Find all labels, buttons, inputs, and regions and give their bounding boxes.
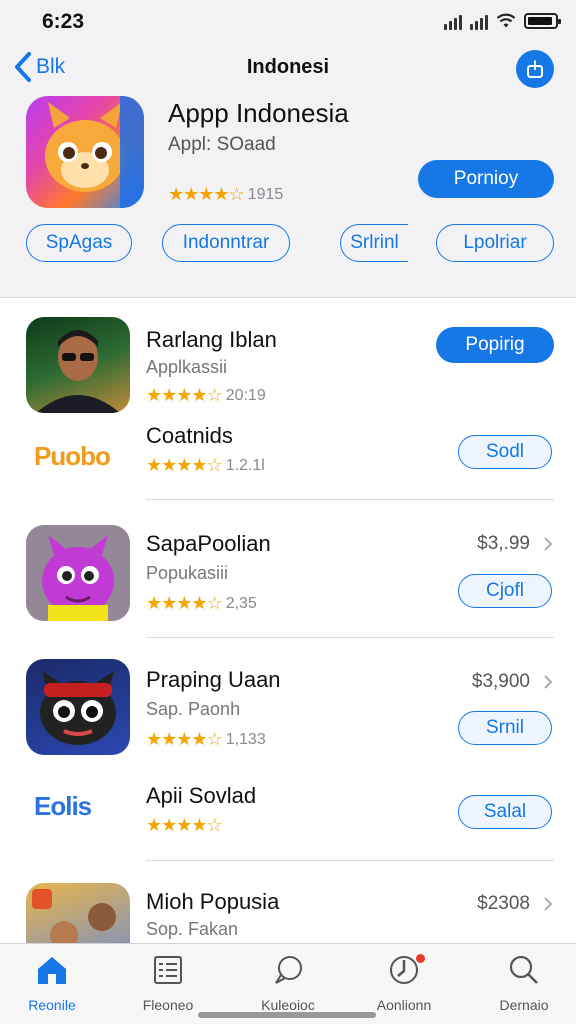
tab-home[interactable]: Reonile (2, 952, 102, 1013)
app-title: Rarlang Iblan (146, 327, 277, 352)
rating-count: 20:19 (225, 386, 266, 404)
signal-secondary-icon (470, 12, 488, 30)
app-logo-text: Eolis (34, 791, 92, 821)
app-subtitle: Popukasiii (146, 563, 229, 583)
star-rating-icon: ★★★★☆ (168, 184, 245, 204)
tab-chat[interactable]: Kuleoioc (238, 952, 338, 1013)
rating-count: 2,35 (225, 594, 257, 612)
app-subtitle: Sop. Fakan (146, 919, 239, 939)
app-rating: ★★★★☆ 20:19 (146, 385, 266, 406)
signal-icon (444, 12, 462, 30)
share-button[interactable] (516, 50, 554, 88)
rating-count: 1,133 (225, 730, 266, 748)
chevron-right-icon[interactable] (542, 535, 554, 553)
divider (146, 499, 554, 500)
tab-bar: Reonile Fleoneo Kuleoioc Aonlionn Dernai… (0, 943, 576, 1024)
featured-app-subtitle: Appl: SOaad (168, 134, 276, 155)
star-rating-icon: ★★★★☆ (146, 815, 223, 835)
get-button[interactable]: Cjofl (458, 574, 552, 608)
get-button[interactable]: Sodl (458, 435, 552, 469)
status-time: 6:23 (42, 10, 85, 33)
app-subtitle: Applkassii (146, 357, 228, 377)
app-price: $3,.99 (477, 533, 530, 554)
app-price: $2308 (477, 893, 530, 914)
app-icon-ninja (26, 659, 130, 755)
wifi-icon (496, 13, 516, 28)
app-header: 6:23 Blk Indonesi Appp Indonesia Appl: S… (0, 0, 576, 298)
featured-get-button[interactable]: Pornioy (418, 160, 554, 198)
home-indicator (198, 1012, 376, 1018)
app-rating: ★★★★☆ 2,35 (146, 593, 257, 614)
app-rating: ★★★★☆ 1.2.1l (146, 455, 265, 476)
filter-pill-2[interactable]: Indonntrar (162, 224, 290, 262)
rating-count: 1915 (247, 185, 284, 203)
fox-mascot-icon (45, 96, 144, 208)
app-title: Apii Sovlad (146, 783, 257, 808)
featured-app-title: Appp Indonesia (168, 98, 349, 128)
star-rating-icon: ★★★★☆ (146, 593, 223, 613)
search-icon (509, 955, 538, 984)
tab-label: Kuleoioc (261, 997, 315, 1013)
featured-app-icon[interactable] (26, 96, 144, 208)
tab-label: Reonile (28, 997, 76, 1013)
home-icon (38, 957, 66, 984)
chevron-right-icon[interactable] (542, 895, 554, 913)
get-button[interactable]: Salal (458, 795, 552, 829)
featured-app-rating: ★★★★☆ 1915 (168, 184, 283, 205)
app-logo-puobo: Puobo (34, 441, 111, 472)
app-rating: ★★★★☆ 1,133 (146, 729, 266, 750)
app-price: $3,900 (471, 671, 530, 692)
filter-pill-1[interactable]: SpAgas (26, 224, 132, 262)
person-photo-icon (36, 330, 120, 413)
app-title: Mioh Popusia (146, 889, 280, 914)
get-button[interactable]: Popirig (436, 327, 554, 363)
app-logo-text: Puobo (34, 441, 111, 471)
tab-label: Dernaio (499, 997, 549, 1013)
app-icon-monster (26, 525, 130, 621)
app-title: Praping Uaan (146, 667, 281, 692)
star-rating-icon: ★★★★☆ (146, 455, 223, 475)
app-logo-eolis: Eolis (34, 791, 92, 822)
app-title: SapaPoolian (146, 531, 271, 556)
share-icon (527, 60, 543, 78)
app-subtitle: Sap. Paonh (146, 699, 241, 719)
battery-icon (524, 13, 561, 29)
chevron-right-icon[interactable] (542, 673, 554, 691)
divider (146, 637, 554, 638)
notification-badge (416, 954, 425, 963)
filter-pill-4[interactable]: Lpolriar (436, 224, 554, 262)
tab-search[interactable]: Dernaio (474, 952, 574, 1013)
app-icon-person (26, 317, 130, 413)
purple-monster-icon (26, 525, 130, 621)
star-rating-icon: ★★★★☆ (146, 385, 223, 405)
ninja-cat-icon (40, 671, 116, 745)
status-bar: 6:23 (0, 0, 576, 44)
tab-label: Aonlionn (376, 997, 432, 1013)
filter-pill-3[interactable]: Srlrinl (340, 224, 408, 262)
tab-label: Fleoneo (142, 997, 194, 1013)
rating-count: 1.2.1l (225, 456, 265, 474)
chat-icon (275, 956, 302, 984)
app-title: Coatnids (146, 423, 233, 448)
get-button[interactable]: Srnil (458, 711, 552, 745)
page-title: Indonesi (246, 56, 330, 78)
app-rating: ★★★★☆ (146, 815, 223, 836)
divider (146, 860, 554, 861)
tab-list[interactable]: Fleoneo (118, 952, 218, 1013)
star-rating-icon: ★★★★☆ (146, 729, 223, 749)
status-icons (444, 12, 561, 30)
tab-updates[interactable]: Aonlionn (354, 952, 454, 1013)
list-icon (154, 956, 182, 984)
